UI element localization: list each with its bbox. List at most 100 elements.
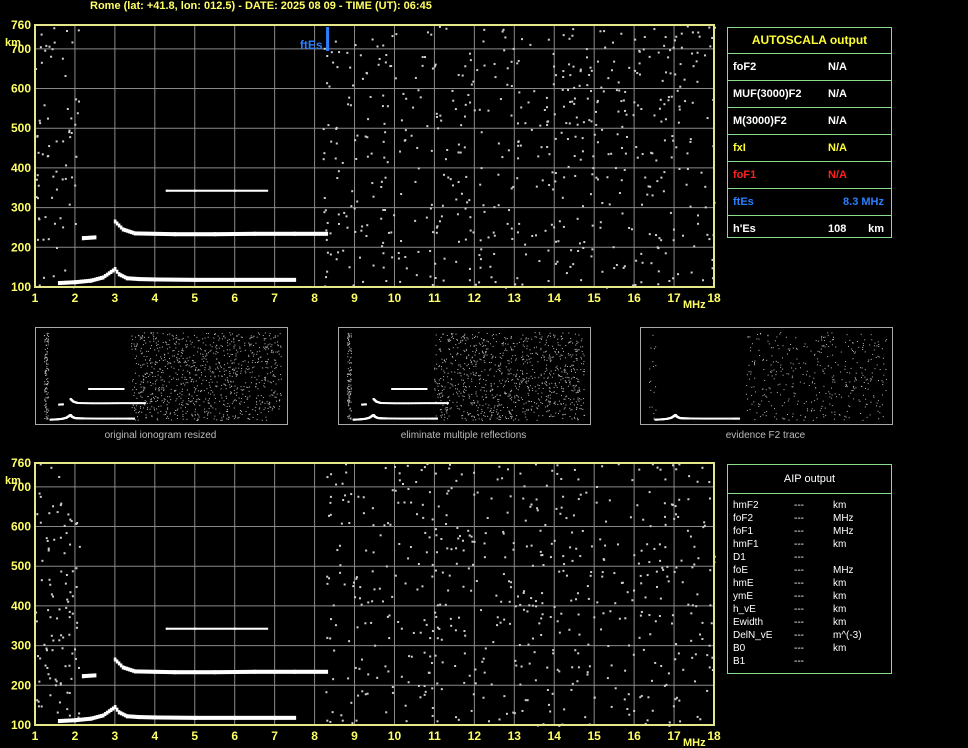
noise-dot	[574, 649, 577, 652]
thumb-noise-dot	[526, 359, 528, 361]
thumb-noise-dot	[547, 410, 549, 412]
noise-dot	[512, 542, 515, 545]
noise-dot	[330, 51, 333, 54]
thumb-noise-dot	[273, 375, 275, 377]
noise-dot	[483, 64, 486, 67]
noise-dot	[473, 471, 476, 474]
noise-dot	[531, 564, 534, 567]
noise-dot	[378, 587, 381, 590]
thumb-noise-dot	[468, 394, 470, 396]
thumb-noise-dot	[817, 358, 819, 360]
thumb-noise-dot	[510, 413, 512, 415]
autoscala-value: N/A	[828, 61, 847, 73]
thumb-noise-dot	[239, 346, 241, 348]
noise-dot	[524, 699, 527, 702]
noise-dot	[660, 664, 663, 667]
thumb-noise-dot	[262, 335, 264, 337]
thumb-noise-dot	[522, 379, 524, 381]
noise-dot	[407, 681, 410, 684]
thumb-trace-point	[401, 417, 404, 420]
thumb-noise-dot	[156, 400, 158, 402]
thumb-noise-dot	[205, 398, 207, 400]
thumb-noise-dot	[813, 377, 815, 379]
thumb-noise-dot	[562, 337, 564, 339]
thumb-noise-dot	[841, 396, 843, 398]
thumb-noise-dot	[166, 400, 168, 402]
thumb-noise-dot	[545, 342, 547, 344]
thumb-noise-dot	[541, 338, 543, 340]
thumb-noise-dot	[246, 386, 248, 388]
thumb-noise-dot	[142, 336, 144, 338]
thumb-noise-dot	[757, 333, 759, 335]
noise-dot	[693, 545, 696, 548]
thumb-noise-dot	[847, 345, 849, 347]
thumb-noise-dot	[146, 356, 148, 358]
thumb-noise-dot	[483, 355, 485, 357]
thumb-noise-dot	[446, 407, 448, 409]
thumb-noise-dot	[187, 336, 189, 338]
noise-dot	[483, 210, 486, 213]
noise-dot	[381, 105, 384, 108]
thumb-noise-dot	[163, 353, 165, 355]
thumb-noise-dot	[456, 405, 458, 407]
thumb-noise-dot	[524, 411, 526, 413]
noise-dot	[531, 637, 534, 640]
ftes-marker-label: ftEs	[300, 38, 323, 52]
thumb-noise-dot	[438, 390, 440, 392]
noise-dot	[37, 705, 40, 708]
thumb-noise-dot	[525, 402, 527, 404]
noise-dot	[326, 575, 329, 578]
thumb-noise-dot	[751, 395, 753, 397]
noise-dot	[404, 129, 407, 132]
noise-dot	[538, 622, 541, 625]
noise-dot	[691, 566, 694, 569]
noise-dot	[525, 545, 528, 548]
noise-dot	[402, 92, 405, 95]
thumb-noise-dot	[475, 419, 477, 421]
thumb-noise-dot	[139, 411, 141, 413]
thumb-noise-dot	[478, 332, 480, 334]
thumb-noise-dot	[754, 419, 756, 421]
thumb-noise-dot	[749, 336, 751, 338]
thumb-noise-dot	[140, 350, 142, 352]
noise-dot	[338, 544, 341, 547]
thumb-trace-point	[386, 417, 389, 420]
noise-dot	[394, 574, 397, 577]
thumb-noise-dot	[563, 413, 565, 415]
thumb-noise-dot	[264, 347, 266, 349]
thumb-noise-dot	[233, 345, 235, 347]
noise-dot	[541, 592, 544, 595]
thumb-noise-dot	[443, 414, 445, 416]
thumb-noise-dot	[265, 367, 267, 369]
thumb-noise-dot	[578, 389, 580, 391]
thumb-noise-dot	[174, 413, 176, 415]
thumb-noise-dot	[226, 418, 228, 420]
noise-dot	[571, 682, 574, 685]
noise-dot	[54, 684, 57, 687]
noise-dot	[548, 184, 551, 187]
noise-dot	[336, 66, 339, 69]
thumb-noise-dot	[168, 381, 170, 383]
noise-dot	[451, 89, 454, 92]
thumb-trace-point	[117, 417, 120, 420]
thumb-noise-dot	[653, 417, 655, 419]
thumb-noise-dot	[135, 363, 137, 365]
noise-dot	[437, 127, 440, 130]
thumb-noise-dot	[554, 382, 556, 384]
noise-dot	[530, 544, 533, 547]
noise-dot	[690, 271, 693, 274]
thumb-noise-dot	[483, 378, 485, 380]
thumb-noise-dot	[515, 402, 517, 404]
thumb-noise-dot	[131, 407, 133, 409]
noise-dot	[382, 44, 385, 47]
noise-dot	[435, 112, 438, 115]
thumb-noise-dot	[854, 352, 856, 354]
thumb-noise-dot	[495, 341, 497, 343]
thumb-noise-dot	[557, 404, 559, 406]
thumb-noise-dot	[548, 335, 550, 337]
thumb-noise-dot	[506, 338, 508, 340]
thumb-noise-dot	[473, 402, 475, 404]
thumb-noise-dot	[244, 395, 246, 397]
noise-dot	[468, 534, 471, 537]
thumb-noise-dot	[257, 332, 259, 334]
